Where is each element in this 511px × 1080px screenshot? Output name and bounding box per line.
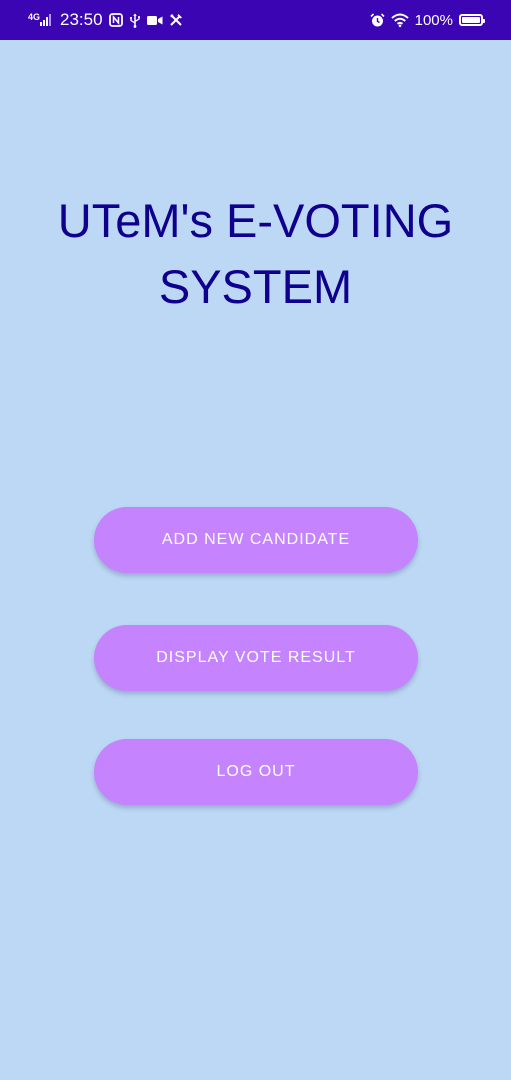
battery-level-fill — [462, 17, 480, 23]
add-new-candidate-button[interactable]: ADD NEW CANDIDATE — [94, 507, 418, 573]
clock: 23:50 — [60, 10, 103, 29]
title-line-1: UTeM's E-VOTING — [57, 194, 454, 247]
wifi-icon — [390, 13, 409, 27]
usb-icon — [129, 13, 141, 28]
page-title: UTeM's E-VOTING SYSTEM — [0, 188, 511, 320]
video-camera-icon — [146, 15, 163, 26]
battery-percentage: 100% — [414, 11, 453, 29]
alarm-icon — [370, 12, 385, 28]
title-line-2: SYSTEM — [158, 260, 353, 313]
status-bar-left: 4G 23:50 — [28, 10, 183, 30]
log-out-button[interactable]: LOG OUT — [94, 739, 418, 805]
display-vote-result-button[interactable]: DISPLAY VOTE RESULT — [94, 625, 418, 691]
nfc-icon — [108, 13, 123, 27]
tools-icon — [169, 13, 183, 27]
battery-icon — [459, 14, 485, 26]
status-bar-right: 100% — [370, 11, 485, 29]
network-type-label: 4G — [28, 11, 41, 22]
status-bar: 4G 23:50 100% — [0, 0, 511, 40]
signal-icon: 4G — [28, 11, 52, 26]
